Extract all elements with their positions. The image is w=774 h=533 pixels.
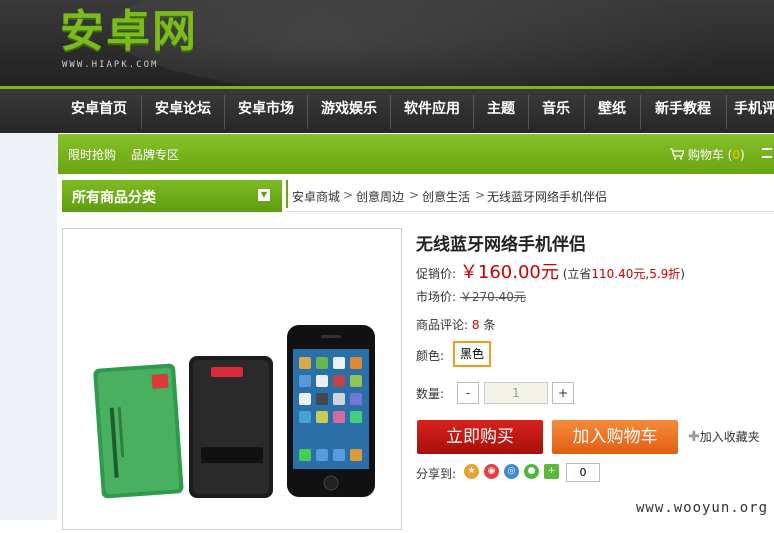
logo-url: WWW.HIAPK.COM	[62, 60, 159, 70]
nav-divider	[390, 95, 391, 129]
left-margin	[0, 133, 57, 520]
sub-nav: 限时抢购 品牌专区 购物车 (0)	[58, 134, 774, 174]
market-price-label: 市场价:	[416, 290, 457, 304]
add-to-cart-button[interactable]: 加入购物车	[552, 420, 678, 454]
main-nav: 安卓首页 安卓论坛 安卓市场 游戏娱乐 软件应用 主题 音乐 壁纸 新手教程 手…	[0, 89, 774, 133]
nav-item-apps[interactable]: 软件应用	[393, 89, 471, 133]
add-favorite-label: 加入收藏夹	[699, 430, 760, 444]
breadcrumb-current: 无线蓝牙网络手机伴侣	[487, 190, 608, 204]
weibo-icon[interactable]: ◉	[484, 464, 499, 479]
reviews-unit: 条	[483, 318, 496, 332]
flash-sale-link[interactable]: 限时抢购	[68, 146, 116, 163]
reviews-row: 商品评论: 8 条	[416, 316, 495, 333]
nav-divider	[640, 95, 641, 129]
product-image[interactable]	[62, 228, 402, 530]
breadcrumb-item[interactable]: 安卓商城	[292, 188, 340, 205]
promo-price-row: 促销价: ￥160.00元 (立省110.40元,5.9折)	[416, 262, 685, 283]
more-share-icon[interactable]: +	[544, 464, 559, 479]
breadcrumb-separator: >	[475, 188, 486, 202]
nav-divider	[726, 95, 727, 129]
breadcrumb-separator: >	[343, 188, 354, 202]
quantity-increase-button[interactable]: +	[552, 382, 574, 404]
share-count: 0	[566, 463, 600, 482]
chevron-down-icon[interactable]: ▼	[258, 189, 270, 201]
product-photo	[93, 325, 375, 499]
breadcrumb-item[interactable]: 创意生活	[422, 188, 470, 205]
market-price: ￥270.40元	[459, 290, 526, 304]
breadcrumb-accent	[286, 180, 288, 208]
nav-item-games[interactable]: 游戏娱乐	[310, 89, 388, 133]
watermark: www.wooyun.org	[636, 500, 769, 516]
nav-item-wallpaper[interactable]: 壁纸	[587, 89, 637, 133]
save-amount: 110.40元	[591, 267, 646, 281]
brand-zone-link[interactable]: 品牌专区	[131, 146, 179, 163]
nav-divider	[473, 95, 474, 129]
nav-item-forum[interactable]: 安卓论坛	[144, 89, 222, 133]
breadcrumb-underline	[286, 211, 774, 212]
cart-count: (0)	[727, 148, 745, 162]
nav-divider	[528, 95, 529, 129]
tencent-weibo-icon[interactable]: ◎	[504, 464, 519, 479]
nav-item-market[interactable]: 安卓市场	[227, 89, 305, 133]
cart-label: 购物车	[687, 148, 724, 162]
logo-text: 安卓网	[60, 6, 198, 57]
reviews-count[interactable]: 8	[472, 318, 480, 332]
breadcrumb-item[interactable]: 创意周边	[356, 188, 404, 205]
promo-price-label: 促销价:	[416, 267, 457, 281]
color-label: 颜色:	[416, 349, 445, 363]
plus-icon: ✚	[688, 429, 700, 445]
cart-link[interactable]: 购物车 (0)	[670, 146, 745, 163]
nav-divider	[224, 95, 225, 129]
discount-rate: 5.9折	[649, 267, 681, 281]
site-logo[interactable]: 安卓网 WWW.HIAPK.COM	[60, 6, 230, 76]
category-title: 所有商品分类	[72, 190, 156, 206]
add-favorite-button[interactable]: ✚加入收藏夹	[688, 428, 760, 445]
nav-divider	[307, 95, 308, 129]
category-menu[interactable]: 所有商品分类 ▼	[62, 180, 282, 212]
nav-item-music[interactable]: 音乐	[531, 89, 581, 133]
save-prefix: (立省	[562, 267, 592, 281]
promo-price: ￥160.00元	[459, 262, 559, 283]
nav-divider	[141, 95, 142, 129]
color-option-black[interactable]: 黑色	[453, 341, 491, 367]
breadcrumb-separator: >	[409, 188, 420, 202]
nav-item-phone-review[interactable]: 手机评	[734, 89, 774, 133]
shopping-cart-icon	[670, 148, 685, 160]
reviews-label: 商品评论:	[416, 318, 469, 332]
nav-item-themes[interactable]: 主题	[476, 89, 526, 133]
save-suffix: )	[680, 267, 685, 281]
quantity-decrease-button[interactable]: -	[457, 382, 479, 404]
wechat-icon[interactable]: ●	[524, 464, 539, 479]
quantity-input[interactable]: 1	[484, 382, 548, 404]
quantity-label: 数量:	[416, 387, 445, 401]
site-header: 安卓网 WWW.HIAPK.COM	[0, 0, 774, 86]
nav-item-home[interactable]: 安卓首页	[60, 89, 138, 133]
buy-now-button[interactable]: 立即购买	[417, 420, 543, 454]
product-title: 无线蓝牙网络手机伴侣	[416, 235, 586, 255]
share-label: 分享到:	[416, 467, 457, 481]
nav-divider	[584, 95, 585, 129]
qzone-icon[interactable]: ★	[464, 464, 479, 479]
breadcrumb: 安卓商城 > 创意周边 > 创意生活 > 无线蓝牙网络手机伴侣	[286, 180, 774, 212]
nav-item-tutorial[interactable]: 新手教程	[643, 89, 723, 133]
market-price-row: 市场价: ￥270.40元	[416, 288, 526, 305]
menu-icon[interactable]	[762, 148, 772, 158]
